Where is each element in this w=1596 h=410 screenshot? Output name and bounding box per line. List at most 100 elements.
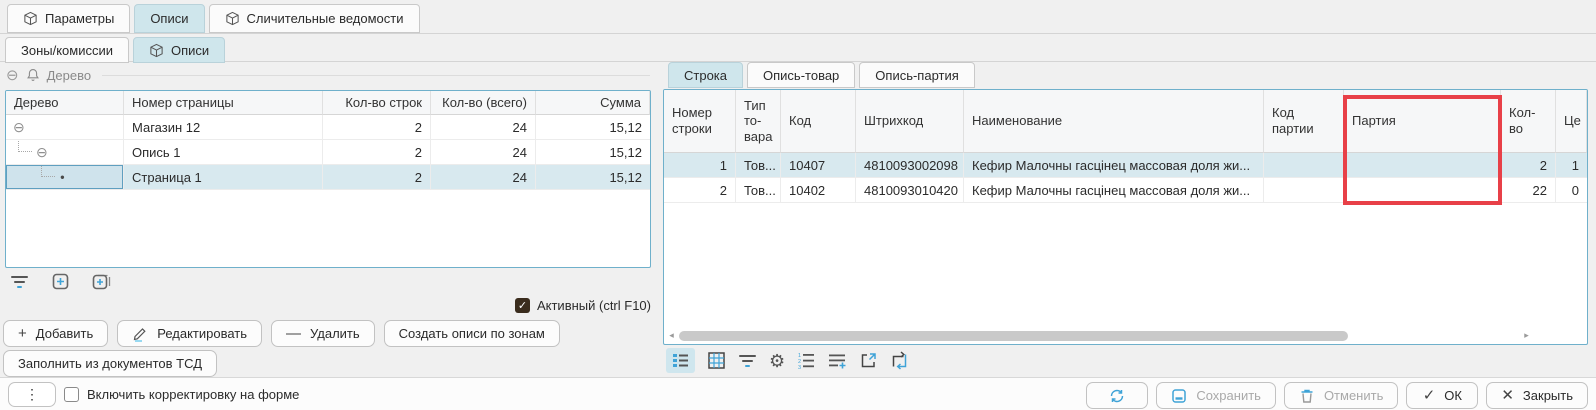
grid-view-icon[interactable] — [707, 348, 726, 373]
scroll-left-icon[interactable]: ◂ — [666, 330, 677, 341]
expand-all-icon[interactable] — [92, 272, 111, 291]
create-by-zones-label: Создать описи по зонам — [399, 326, 545, 341]
tab-comparison-sheets[interactable]: Сличительные ведомости — [209, 4, 420, 33]
refresh-button[interactable] — [1086, 382, 1148, 409]
filter-icon[interactable] — [10, 272, 29, 291]
batch — [1344, 178, 1501, 203]
line-number: 1 — [664, 153, 736, 178]
minus-icon: — — [286, 326, 301, 341]
filter-icon[interactable] — [738, 348, 757, 373]
bell-icon[interactable] — [26, 68, 40, 82]
leaf-node-icon: ● — [60, 173, 65, 182]
active-checkbox-row: ✓ Активный (ctrl F10) — [5, 298, 651, 313]
barcode: 4810093010420 — [856, 178, 964, 203]
group-rule — [102, 75, 650, 76]
collapse-node-icon[interactable]: ⊖ — [36, 145, 48, 159]
col-line-number[interactable]: Номер строки — [664, 90, 736, 153]
menu-button[interactable]: ⋮ — [8, 382, 56, 407]
refresh-icon — [1109, 388, 1125, 404]
active-checkbox[interactable]: ✓ — [515, 298, 530, 313]
cube-icon — [23, 11, 38, 26]
bottom-bar: ⋮ Включить корректировку на форме Сохран… — [0, 377, 1596, 410]
ellipsis-icon: ⋮ — [25, 386, 39, 403]
edit-button[interactable]: Редактировать — [117, 320, 262, 347]
table-row[interactable]: ⊖ Магазин 12 2 24 15,12 — [6, 115, 650, 140]
correction-checkbox[interactable] — [64, 387, 79, 402]
sum-value: 15,12 — [536, 115, 650, 140]
tab-comparison-label: Сличительные ведомости — [247, 11, 404, 26]
list-view-icon[interactable] — [666, 348, 695, 373]
right-tabstrip: Строка Опись-товар Опись-партия — [668, 62, 975, 88]
tree-connector — [41, 165, 55, 177]
tab-row[interactable]: Строка — [668, 62, 743, 88]
collapse-group-icon[interactable]: ⊖ — [6, 68, 19, 83]
sum-value: 15,12 — [536, 140, 650, 165]
col-price[interactable]: Це — [1556, 90, 1587, 153]
tree-node-cell[interactable]: ⊖ — [6, 115, 124, 140]
code: 10402 — [781, 178, 856, 203]
tab-inventory-goods[interactable]: Опись-товар — [747, 62, 855, 88]
cancel-button[interactable]: Отменить — [1284, 382, 1398, 409]
trash-icon — [1299, 388, 1315, 404]
collapse-node-icon[interactable]: ⊖ — [13, 120, 25, 134]
tree-node-cell[interactable]: ⊖ — [6, 140, 124, 165]
table-row[interactable]: ⊖ Опись 1 2 24 15,12 — [6, 140, 650, 165]
tree-group-title: Дерево — [47, 68, 91, 83]
scrollbar-thumb[interactable] — [679, 331, 1348, 341]
col-barcode[interactable]: Штрихкод — [856, 90, 964, 153]
add-rows-icon[interactable] — [828, 348, 847, 373]
settings-gear-icon[interactable]: ⚙ — [769, 349, 785, 373]
col-batch[interactable]: Партия — [1344, 90, 1501, 153]
qty: 22 — [1501, 178, 1556, 203]
total-count-value: 24 — [431, 165, 536, 190]
open-external-icon[interactable] — [859, 348, 878, 373]
numbered-list-icon[interactable]: 123 — [797, 348, 816, 373]
delete-button[interactable]: — Удалить — [271, 320, 375, 347]
tab-inventory-goods-label: Опись-товар — [763, 68, 839, 83]
batch-code — [1264, 153, 1344, 178]
table-row-selected[interactable]: 1 Тов... 10407 4810093002098 Кефир Малоч… — [664, 153, 1587, 178]
col-qty[interactable]: Кол-во — [1501, 90, 1556, 153]
tab-inventories[interactable]: Описи — [134, 4, 204, 33]
rows-count-value: 2 — [323, 115, 431, 140]
rows-count-value: 2 — [323, 165, 431, 190]
tab-inventory-batch[interactable]: Опись-партия — [859, 62, 974, 88]
col-item-type[interactable]: Тип то-вара — [736, 90, 781, 153]
col-page-number[interactable]: Номер страницы — [124, 91, 323, 115]
scroll-right-icon[interactable]: ▸ — [1521, 330, 1532, 341]
close-button[interactable]: ✕ Закрыть — [1486, 382, 1588, 409]
sub-tabstrip: Зоны/комиссии Описи — [5, 37, 225, 63]
col-sum[interactable]: Сумма — [536, 91, 650, 115]
tab-sub-inventories[interactable]: Описи — [133, 37, 225, 63]
save-button-label: Сохранить — [1196, 388, 1261, 403]
col-batch-code[interactable]: Код партии — [1264, 90, 1344, 153]
page-name: Магазин 12 — [124, 115, 323, 140]
horizontal-scrollbar[interactable]: ◂ ▸ — [666, 329, 1585, 342]
add-button[interactable]: + Добавить — [3, 320, 108, 347]
rows-count-value: 2 — [323, 140, 431, 165]
tree-table-header: Дерево Номер страницы Кол-во строк Кол-в… — [6, 91, 650, 115]
table-row-selected[interactable]: ● Страница 1 2 24 15,12 — [6, 165, 650, 190]
close-icon: ✕ — [1501, 388, 1514, 403]
tab-sub-inventories-label: Описи — [171, 43, 209, 58]
edit-button-label: Редактировать — [157, 326, 247, 341]
create-by-zones-button[interactable]: Создать описи по зонам — [384, 320, 560, 347]
col-tree[interactable]: Дерево — [6, 91, 124, 115]
tree-node-cell-focused[interactable]: ● — [6, 165, 124, 190]
table-row[interactable]: 2 Тов... 10402 4810093010420 Кефир Малоч… — [664, 178, 1587, 203]
save-button[interactable]: Сохранить — [1156, 382, 1276, 409]
col-total-count[interactable]: Кол-во (всего) — [431, 91, 536, 115]
expand-node-icon[interactable] — [51, 272, 70, 291]
fill-from-tsd-button[interactable]: Заполнить из документов ТСД — [3, 350, 217, 377]
tab-zones-commissions[interactable]: Зоны/комиссии — [5, 37, 129, 63]
svg-text:3: 3 — [798, 365, 801, 370]
tab-parameters[interactable]: Параметры — [7, 4, 130, 33]
ok-button-label: ОК — [1444, 388, 1462, 403]
col-name[interactable]: Наименование — [964, 90, 1264, 153]
ok-button[interactable]: ✓ ОК — [1406, 382, 1478, 409]
active-checkbox-label: Активный (ctrl F10) — [537, 298, 651, 313]
col-code[interactable]: Код — [781, 90, 856, 153]
col-rows-count[interactable]: Кол-во строк — [323, 91, 431, 115]
delete-button-label: Удалить — [310, 326, 360, 341]
reload-rows-icon[interactable] — [890, 348, 909, 373]
